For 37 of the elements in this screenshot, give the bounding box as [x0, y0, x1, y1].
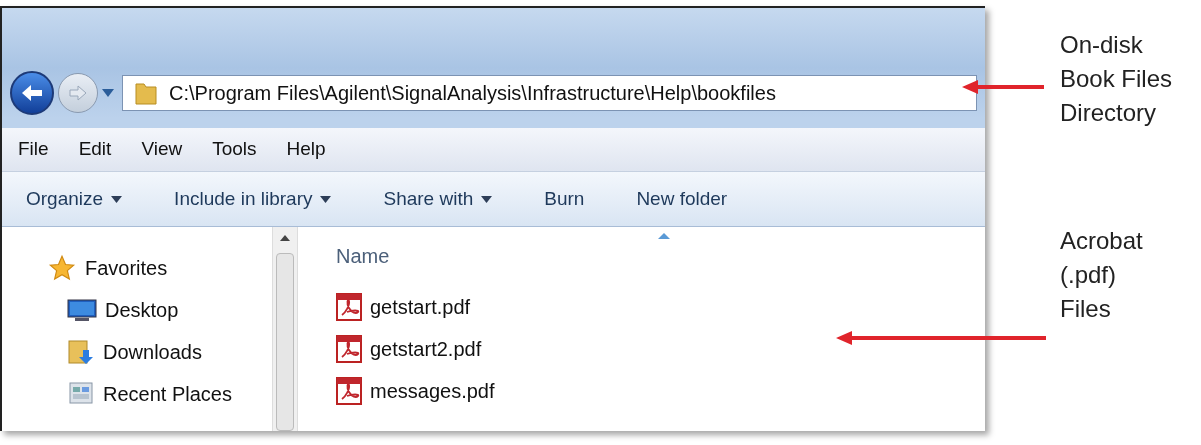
toolbar-button[interactable]: Include in library	[162, 180, 344, 218]
menu-item[interactable]: Edit	[78, 135, 112, 164]
annotation-label: On-disk Book Files Directory	[1060, 30, 1174, 128]
toolbar-button[interactable]: Share with	[371, 180, 505, 218]
toolbar-button[interactable]: New folder	[624, 180, 740, 218]
star-icon	[47, 254, 77, 282]
pdf-file-icon	[336, 293, 362, 321]
scrollbar[interactable]	[272, 227, 298, 431]
column-header[interactable]: Name	[336, 241, 985, 279]
monitor-icon	[67, 298, 97, 322]
annotation-label: Acrobat (.pdf) Files	[1060, 226, 1144, 324]
nav-item[interactable]: Recent Places	[47, 375, 272, 413]
sort-arrow-icon	[658, 233, 670, 239]
recent-places-icon	[67, 381, 95, 407]
forward-arrow-icon	[68, 85, 88, 101]
pdf-document-entry[interactable]: messages.pdf	[336, 373, 495, 409]
nav-item[interactable]: Downloads	[47, 333, 272, 371]
menu-item[interactable]: Help	[286, 135, 326, 164]
toolbar-button[interactable]: Burn	[532, 180, 597, 218]
folder-icon	[135, 81, 157, 105]
back-arrow-icon	[20, 83, 44, 103]
menu-item[interactable]: View	[141, 135, 183, 164]
nav-item[interactable]: Desktop	[47, 291, 272, 329]
scroll-thumb[interactable]	[276, 253, 294, 431]
menu-item[interactable]: File	[18, 135, 49, 164]
scroll-up-icon[interactable]	[280, 235, 290, 241]
menu-item[interactable]: Tools	[212, 135, 257, 164]
history-caret-icon[interactable]	[102, 89, 114, 97]
folder-download-icon	[67, 338, 95, 366]
pdf-document-entry[interactable]: getstart2.pdf	[336, 331, 482, 367]
nav-item[interactable]: Favorites	[47, 249, 272, 287]
back-button[interactable]	[10, 71, 54, 115]
pdf-document-entry[interactable]: getstart.pdf	[336, 289, 471, 325]
pdf-file-icon	[336, 377, 362, 405]
address-field[interactable]: C:\Program Files\Agilent\SignalAnalysis\Infrastructure\Help\bookfiles	[122, 75, 977, 111]
toolbar-button[interactable]: Organize	[14, 180, 135, 218]
pdf-file-icon	[336, 335, 362, 363]
